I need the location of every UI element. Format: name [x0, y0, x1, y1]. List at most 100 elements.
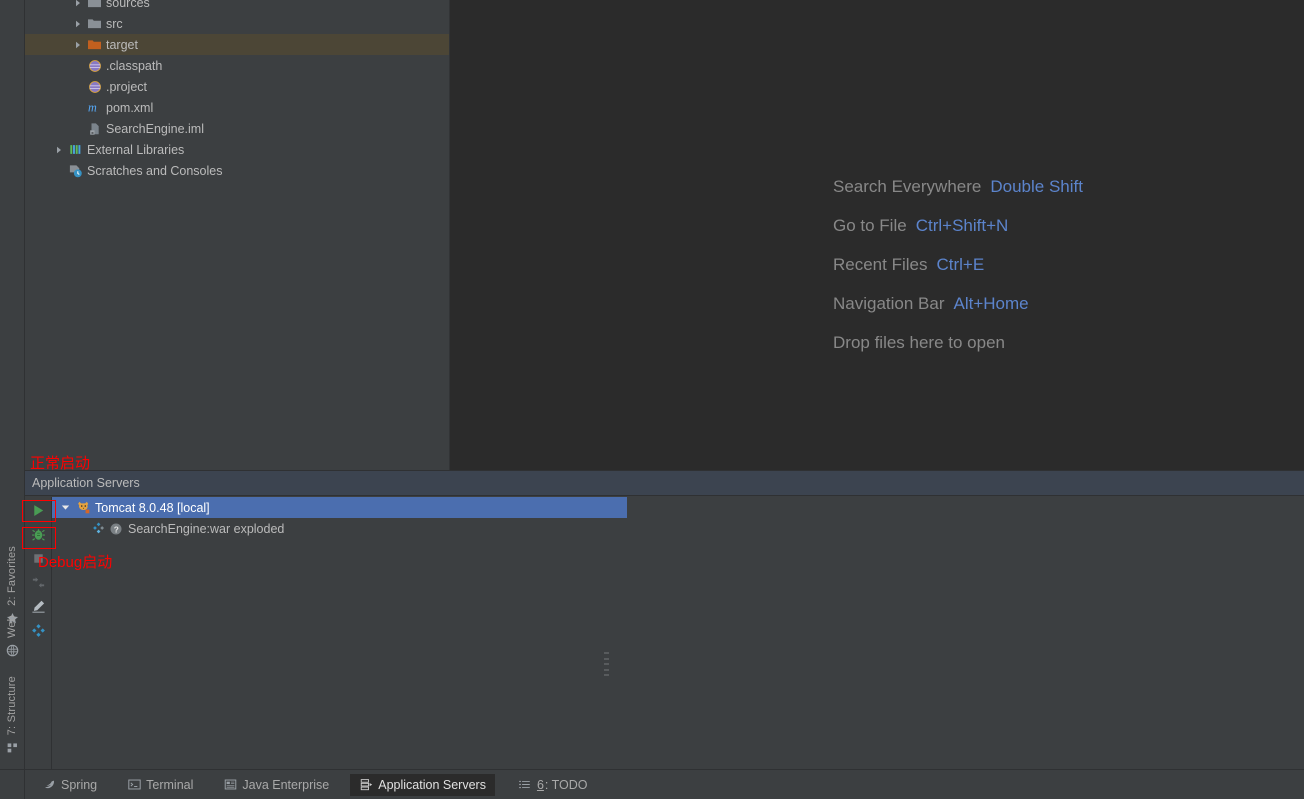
- hint-shortcut-label: Ctrl+Shift+N: [915, 215, 1009, 235]
- sidebar-item-web[interactable]: Web: [0, 615, 25, 658]
- bottom-tab-application-servers-label: Application Servers: [378, 777, 486, 792]
- server-label-tomcat: Tomcat 8.0.48 [local]: [95, 500, 210, 515]
- svg-text:m: m: [88, 101, 97, 115]
- annotation-debug-start: Debug启动: [38, 554, 113, 571]
- left-toolwindow-stripe: 2: Favorites Web 7: Structure: [0, 0, 25, 770]
- sidebar-item-favorites-label: 2: Favorites: [6, 546, 18, 606]
- hint-shortcut-label: Ctrl+E: [936, 254, 985, 274]
- annotation-normal-start: 正常启动: [30, 455, 91, 472]
- hint-navigation-bar: Navigation Bar Alt+Home: [833, 284, 1083, 323]
- tree-row-target[interactable]: target: [25, 34, 450, 55]
- tree-row-project-file[interactable]: .project: [25, 76, 450, 97]
- chevron-right-icon[interactable]: [70, 34, 86, 55]
- tree-row-sources[interactable]: sources: [25, 0, 450, 13]
- toolwindow-title: Application Servers: [32, 476, 140, 490]
- chevron-right-icon[interactable]: [51, 139, 67, 160]
- tree-row-iml[interactable]: SearchEngine.iml: [25, 118, 450, 139]
- chevron-right-icon[interactable]: [70, 0, 86, 13]
- hint-action-label: Drop files here to open: [833, 332, 1005, 352]
- tomcat-cat-icon: [74, 497, 92, 518]
- svg-text:?: ?: [114, 524, 119, 534]
- tree-row-classpath[interactable]: .classpath: [25, 55, 450, 76]
- bottom-tab-java-enterprise[interactable]: Java Enterprise: [214, 774, 338, 796]
- tree-row-scratches[interactable]: Scratches and Consoles: [25, 160, 450, 181]
- splitter-handle[interactable]: [604, 652, 609, 676]
- ide-window: 2: Favorites Web 7: Structure sources sr…: [0, 0, 1304, 799]
- sidebar-item-favorites[interactable]: 2: Favorites: [0, 546, 25, 626]
- application-servers-toolwindow: Application Servers Tomcat 8.0.48 [local…: [25, 470, 1304, 769]
- globe-icon: [5, 643, 20, 658]
- run-toolbar: [25, 497, 52, 769]
- bottom-tab-spring-label: Spring: [61, 777, 98, 792]
- hint-recent-files: Recent Files Ctrl+E: [833, 245, 1083, 284]
- chevron-down-icon[interactable]: [56, 497, 74, 518]
- hint-search-everywhere: Search Everywhere Double Shift: [833, 167, 1083, 206]
- tree-row-external-libraries[interactable]: External Libraries: [25, 139, 450, 160]
- bottom-tab-application-servers[interactable]: Application Servers: [350, 773, 495, 796]
- servers-tree[interactable]: Tomcat 8.0.48 [local] ? SearchEngine:war…: [52, 497, 1304, 769]
- tree-label-classpath: .classpath: [106, 58, 163, 73]
- bottom-tab-terminal-label: Terminal: [146, 777, 194, 792]
- hint-action-label: Navigation Bar: [833, 293, 945, 313]
- bottom-tab-todo-mnemonic: 6: [536, 777, 544, 792]
- tree-row-src[interactable]: src: [25, 13, 450, 34]
- project-tree-panel[interactable]: sources src target .classpath .project m…: [25, 0, 450, 470]
- bottom-bar-corner: [0, 769, 25, 799]
- tree-label-scratches: Scratches and Consoles: [87, 163, 223, 178]
- toolwindow-header: Application Servers: [25, 471, 1304, 496]
- bottom-tab-java-enterprise-label: Java Enterprise: [242, 777, 330, 792]
- tree-label-pom-xml: pom.xml: [106, 100, 154, 115]
- tree-label-sources: sources: [106, 0, 150, 10]
- editor-hints: Search Everywhere Double Shift Go to Fil…: [833, 167, 1083, 362]
- tree-label-external-libraries: External Libraries: [87, 142, 185, 157]
- hint-action-label: Recent Files: [833, 254, 928, 274]
- structure-grid-icon: [5, 740, 20, 755]
- scratches-clock-icon: [67, 160, 84, 181]
- toolwindow-body: Tomcat 8.0.48 [local] ? SearchEngine:war…: [25, 497, 1304, 769]
- editor-empty-area[interactable]: Search Everywhere Double Shift Go to Fil…: [450, 0, 1304, 470]
- spring-leaf-icon: [42, 778, 56, 792]
- sidebar-item-web-label: Web: [6, 615, 18, 639]
- debug-button[interactable]: [26, 522, 51, 546]
- tree-row-pom-xml[interactable]: m pom.xml: [25, 97, 450, 118]
- tree-label-project-file: .project: [106, 79, 147, 94]
- terminal-icon: [127, 778, 141, 792]
- artifact-diamond-icon: [90, 518, 108, 539]
- hint-go-to-file: Go to File Ctrl+Shift+N: [833, 206, 1083, 245]
- libraries-bars-icon: [67, 139, 84, 160]
- hint-action-label: Go to File: [833, 215, 907, 235]
- folder-gray-icon: [86, 0, 103, 13]
- hint-drop-files: Drop files here to open: [833, 323, 1083, 362]
- bottom-toolwindow-bar: Spring Terminal Java Enterprise Applicat…: [0, 769, 1304, 799]
- server-node-artifact[interactable]: ? SearchEngine:war exploded: [52, 518, 1304, 539]
- maven-m-icon: m: [86, 97, 103, 118]
- app-servers-icon: [359, 778, 373, 792]
- folder-gray-icon: [86, 13, 103, 34]
- bottom-tab-todo-label: : TODO: [544, 777, 588, 792]
- hint-shortcut-label: Alt+Home: [953, 293, 1029, 313]
- unknown-status-question-icon: ?: [107, 518, 125, 539]
- server-node-tomcat[interactable]: Tomcat 8.0.48 [local]: [52, 497, 627, 518]
- edit-configuration-pencil-icon[interactable]: [26, 594, 51, 618]
- hint-shortcut-label: Double Shift: [990, 176, 1083, 196]
- server-label-artifact: SearchEngine:war exploded: [128, 521, 285, 536]
- tree-label-src: src: [106, 16, 123, 31]
- folder-orange-icon: [86, 34, 103, 55]
- sphere-purple-icon: [86, 76, 103, 97]
- sidebar-item-structure[interactable]: 7: Structure: [0, 676, 25, 755]
- redeploy-arrows-icon[interactable]: [26, 570, 51, 594]
- bottom-tab-todo[interactable]: 6 : TODO: [509, 774, 597, 796]
- run-button[interactable]: [26, 498, 51, 522]
- module-iml-icon: [86, 118, 103, 139]
- todo-list-icon: [518, 778, 532, 792]
- hint-action-label: Search Everywhere: [833, 176, 982, 196]
- sphere-purple-icon: [86, 55, 103, 76]
- tree-label-target: target: [106, 37, 138, 52]
- java-enterprise-icon: [223, 778, 237, 792]
- bottom-tab-terminal[interactable]: Terminal: [118, 774, 202, 796]
- sidebar-item-structure-label: 7: Structure: [6, 676, 18, 736]
- tree-label-iml: SearchEngine.iml: [106, 121, 204, 136]
- bottom-tab-spring[interactable]: Spring: [33, 774, 106, 796]
- deploy-artifact-diamond-icon[interactable]: [26, 618, 51, 642]
- chevron-right-icon[interactable]: [70, 13, 86, 34]
